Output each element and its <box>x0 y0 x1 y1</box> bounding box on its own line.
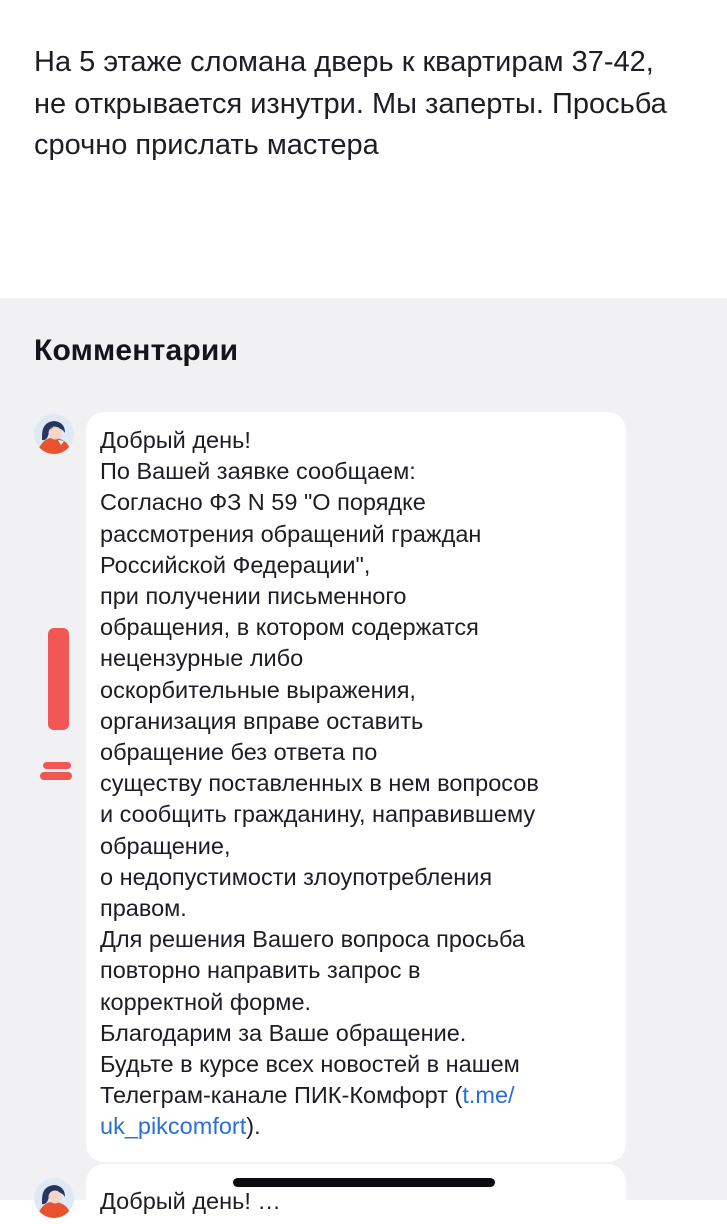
support-agent-avatar-icon <box>34 1178 74 1218</box>
home-indicator[interactable] <box>233 1178 495 1187</box>
red-annotation-bar <box>48 628 69 730</box>
comments-title: Комментарии <box>34 334 239 367</box>
request-description: На 5 этаже сломана дверь к квартирам 37-… <box>34 46 667 161</box>
comment-text: Добрый день! По Вашей заявке сообщаем: С… <box>100 425 620 1143</box>
request-section: На 5 этаже сломана дверь к квартирам 37-… <box>0 0 727 298</box>
comment-bubble: Добрый день! По Вашей заявке сообщаем: С… <box>86 412 626 1162</box>
red-annotation-dash-top <box>43 762 71 769</box>
red-annotation-dash-bottom <box>40 772 72 780</box>
comment-bubble: Добрый день! … <box>86 1164 626 1224</box>
comments-section[interactable]: Комментарии Добрый день! По Вашей заявке… <box>0 298 727 1224</box>
support-agent-avatar-icon <box>34 414 74 454</box>
comment-text: Добрый день! … <box>100 1188 281 1214</box>
comment-body-end: ). <box>246 1113 261 1140</box>
comment-body: Добрый день! По Вашей заявке сообщаем: С… <box>100 427 539 1109</box>
